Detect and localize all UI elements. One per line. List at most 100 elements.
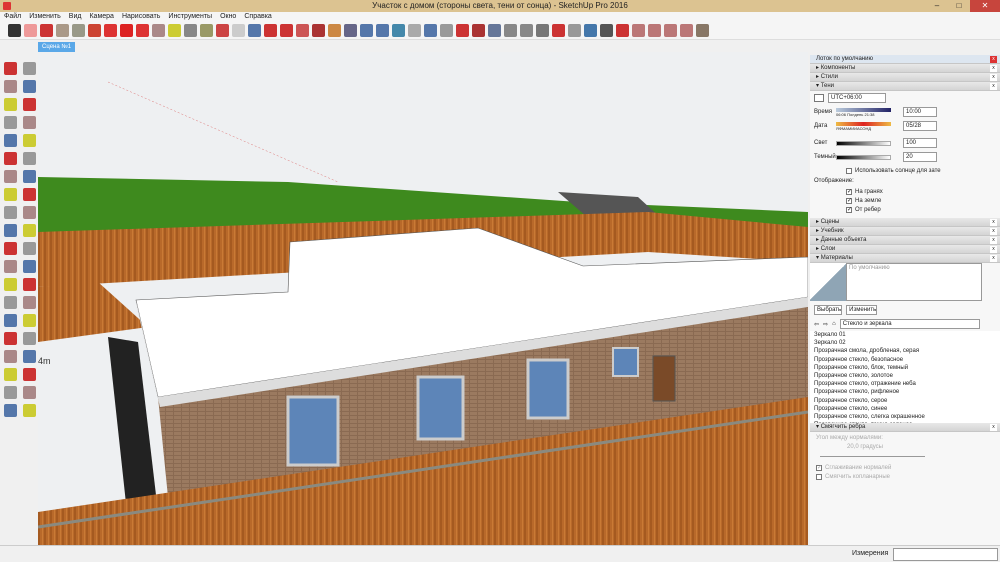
left-view-icon[interactable] (696, 24, 709, 37)
menu-item[interactable]: Окно (220, 12, 236, 22)
print-icon[interactable] (600, 24, 613, 37)
tab-scene-1[interactable]: Сцена №1 (38, 42, 76, 52)
section-header[interactable]: ▸ Данные объекта x (810, 236, 1000, 245)
close-icon[interactable]: x (990, 255, 997, 262)
front-view-icon[interactable] (648, 24, 661, 37)
warehouse-icon[interactable] (23, 368, 36, 381)
rotated-rectangle-icon[interactable] (23, 116, 36, 129)
menu-item[interactable]: Нарисовать (122, 12, 160, 22)
components-icon[interactable] (280, 24, 293, 37)
axes-icon[interactable] (4, 260, 17, 273)
time-slider[interactable]: 06:06 Полдень 21:38 (836, 107, 891, 117)
orbit-icon[interactable] (4, 278, 17, 291)
circle-icon[interactable] (4, 134, 17, 147)
scale-icon[interactable] (152, 24, 165, 37)
close-icon[interactable]: x (990, 246, 997, 253)
delete-icon[interactable] (552, 24, 565, 37)
material-item[interactable]: Прозрачное стекло, золотое (810, 372, 1000, 380)
section-plane-icon[interactable] (23, 350, 36, 363)
date-input[interactable]: 05/28 (903, 121, 937, 131)
back-view-icon[interactable] (680, 24, 693, 37)
pie-icon[interactable] (23, 152, 36, 165)
arc-3point-icon[interactable] (23, 170, 36, 183)
3d-viewport[interactable]: 4m (38, 52, 808, 545)
house-icon[interactable] (23, 386, 36, 399)
right-view-icon[interactable] (664, 24, 677, 37)
material-item[interactable]: Прозрачное стекло, рифленое (810, 388, 1000, 396)
textured-icon[interactable] (472, 24, 485, 37)
arc-icon[interactable] (56, 24, 69, 37)
look-around-icon[interactable] (23, 332, 36, 345)
menu-item[interactable]: Вид (69, 12, 82, 22)
menu-item[interactable]: Справка (244, 12, 271, 22)
soften-coplanar-checkbox[interactable] (816, 473, 822, 480)
close-icon[interactable]: x (990, 219, 997, 226)
close-icon[interactable]: x (990, 83, 997, 90)
paint-bucket-icon[interactable] (200, 24, 213, 37)
on-ground-checkbox[interactable]: ✓ (846, 197, 852, 204)
date-slider[interactable]: ЯФМАМИИАСОНД (836, 121, 891, 131)
menu-item[interactable]: Файл (4, 12, 21, 22)
material-item[interactable]: Прозрачная смола, дробленая, серая (810, 347, 1000, 355)
section-header[interactable]: ▸ Слои x (810, 245, 1000, 254)
material-item[interactable]: Зеркало 02 (810, 339, 1000, 347)
shadow-toggle-icon[interactable] (814, 94, 824, 102)
tape-measure-icon[interactable] (4, 242, 17, 255)
copy-icon[interactable] (520, 24, 533, 37)
paste-icon[interactable] (536, 24, 549, 37)
home-icon[interactable]: ⌂ (832, 321, 836, 327)
previous-view-icon[interactable] (23, 314, 36, 327)
forward-icon[interactable]: ⇨ (823, 321, 828, 328)
back-icon[interactable]: ⇦ (814, 321, 819, 328)
menu-item[interactable]: Камера (89, 12, 113, 22)
eraser-icon[interactable] (24, 24, 37, 37)
angle-slider[interactable] (820, 456, 925, 457)
scale-icon[interactable] (4, 224, 17, 237)
rotate-icon[interactable] (4, 206, 17, 219)
house-share-icon[interactable] (23, 404, 36, 417)
walk-icon[interactable] (4, 350, 17, 363)
zoom-icon[interactable] (4, 296, 17, 309)
orbit-icon[interactable] (216, 24, 229, 37)
pan-icon[interactable] (23, 278, 36, 291)
zoom-icon[interactable] (248, 24, 261, 37)
close-icon[interactable]: x (990, 74, 997, 81)
wireframe-icon[interactable] (424, 24, 437, 37)
section-header[interactable]: ▸ Стили x (810, 73, 1000, 82)
dark-input[interactable]: 20 (903, 152, 937, 162)
light-input[interactable]: 100 (903, 138, 937, 148)
material-item[interactable]: Зеркало 01 (810, 331, 1000, 339)
text-icon[interactable] (184, 24, 197, 37)
on-faces-checkbox[interactable]: ✓ (846, 188, 852, 195)
minimize-button[interactable]: – (926, 0, 948, 12)
rectangle-icon[interactable] (4, 116, 17, 129)
hidden-line-icon[interactable] (440, 24, 453, 37)
3d-text-icon[interactable] (23, 260, 36, 273)
paint-bucket-icon[interactable] (4, 80, 17, 93)
section-header[interactable]: ▸ Сцены x (810, 218, 1000, 227)
section-materials[interactable]: ▾ Материалы x (810, 254, 1000, 263)
material-item[interactable]: Прозрачное стекло, синее (810, 405, 1000, 413)
polygon-icon[interactable] (23, 134, 36, 147)
zoom-window-icon[interactable] (23, 296, 36, 309)
timezone-select[interactable]: UTC+06:00 (828, 93, 886, 103)
close-icon[interactable]: x (990, 237, 997, 244)
line-icon[interactable] (4, 98, 17, 111)
section-plane-icon[interactable] (328, 24, 341, 37)
eraser-icon[interactable] (23, 80, 36, 93)
light-slider[interactable] (836, 140, 891, 146)
measurements-input[interactable] (893, 548, 998, 561)
zoom-extents-icon[interactable] (4, 314, 17, 327)
section-header[interactable]: ▸ Компоненты x (810, 64, 1000, 73)
component-icon[interactable] (23, 62, 36, 75)
close-icon[interactable]: x (990, 65, 997, 72)
position-camera-icon[interactable] (344, 24, 357, 37)
dark-slider[interactable] (836, 154, 891, 160)
smooth-normals-checkbox[interactable]: ✓ (816, 464, 822, 471)
tab-select[interactable]: Выбрать (814, 305, 843, 315)
undo-icon[interactable] (568, 24, 581, 37)
tape-measure-icon[interactable] (168, 24, 181, 37)
close-button[interactable]: ✕ (970, 0, 1000, 12)
arc-icon[interactable] (4, 152, 17, 165)
close-icon[interactable]: x (990, 424, 997, 431)
